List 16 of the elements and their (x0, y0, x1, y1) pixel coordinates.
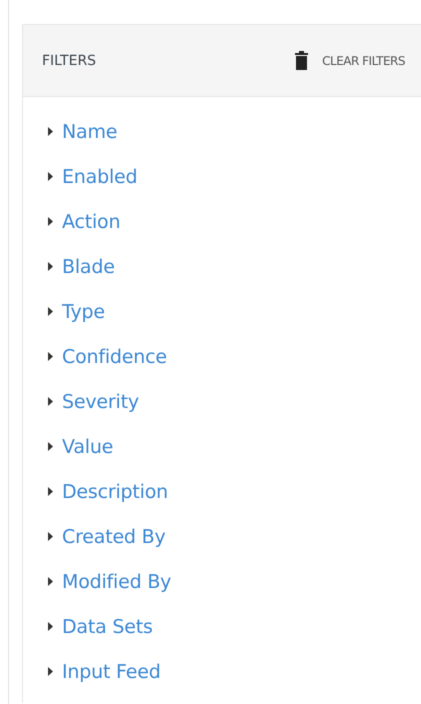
filter-item[interactable]: Action (62, 210, 120, 232)
filter-item[interactable]: Created By (62, 526, 166, 548)
filter-item[interactable]: Enabled (62, 166, 138, 188)
filter-item[interactable]: Input Feed (62, 660, 161, 682)
filter-item[interactable]: Value (62, 436, 114, 458)
filter-item[interactable]: Severity (62, 390, 139, 412)
filter-item[interactable]: Confidence (62, 346, 167, 368)
clear-filters-button[interactable]: CLEAR FILTERS (295, 51, 405, 70)
trash-icon (295, 51, 308, 70)
filter-item[interactable]: Description (62, 480, 168, 502)
filter-item[interactable]: Data Sets (62, 616, 153, 638)
filter-item[interactable]: Blade (62, 256, 115, 278)
filter-item[interactable]: Name (62, 120, 118, 142)
filter-item[interactable]: Type (62, 300, 105, 322)
filter-item[interactable]: Modified By (62, 570, 172, 592)
panel-title: FILTERS (42, 52, 98, 68)
